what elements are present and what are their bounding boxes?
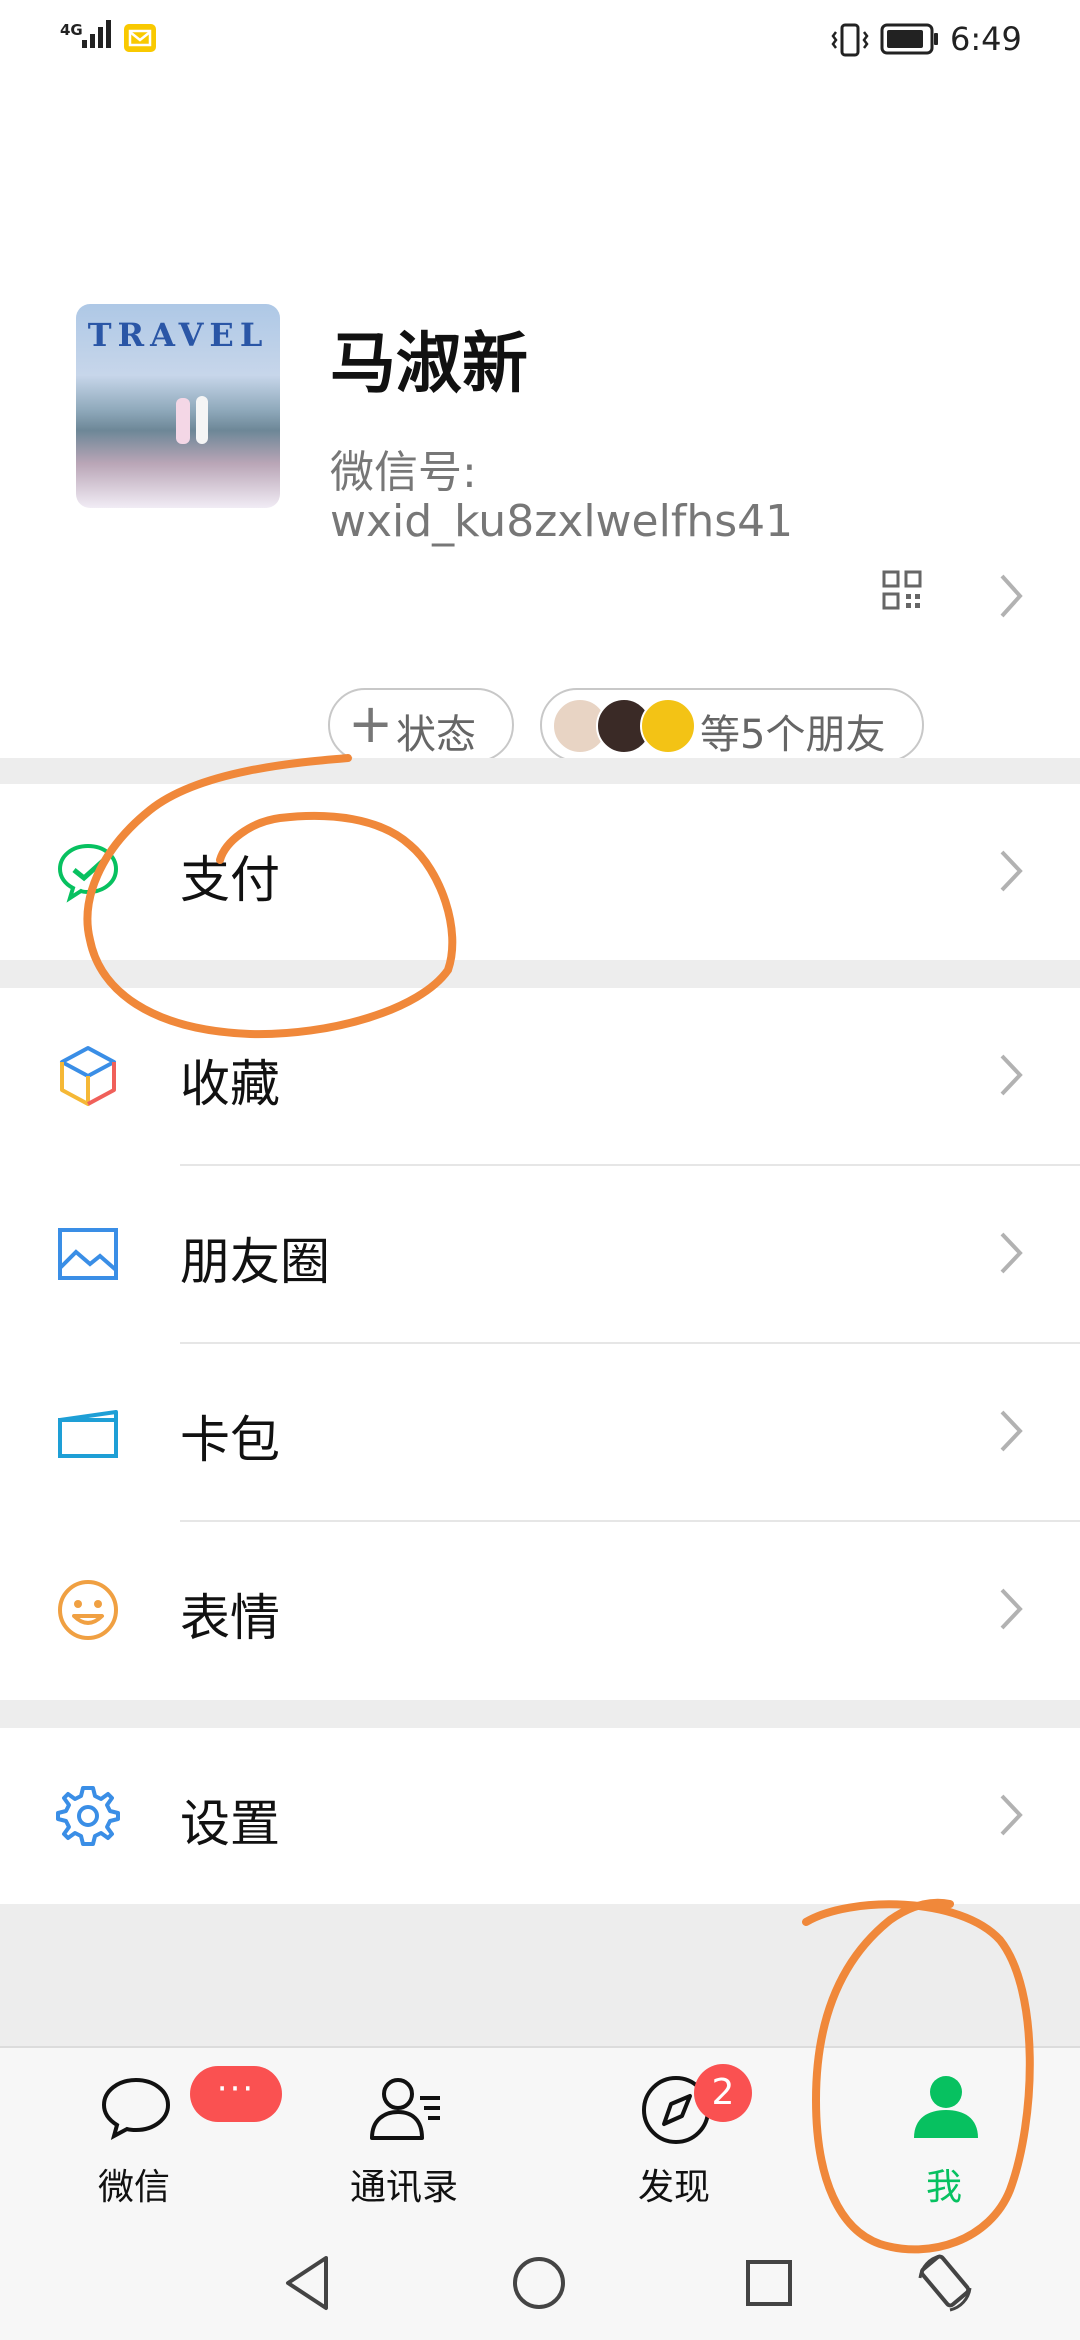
menu-item-moments[interactable]: 朋友圈: [0, 1166, 1080, 1342]
rotate-screen-icon[interactable]: [910, 2248, 980, 2318]
avatar-text: TRAVEL: [87, 316, 269, 354]
section-gap: [0, 960, 1080, 988]
favorites-cube-icon: [60, 1046, 116, 1106]
smiley-face-icon: [58, 1580, 118, 1640]
chevron-right-icon: [1000, 850, 1023, 892]
friend-avatar: [640, 698, 696, 754]
menu-label-pay: 支付: [180, 851, 280, 909]
home-circle-icon[interactable]: [504, 2248, 574, 2318]
bottom-tab-bar: ··· 微信 通讯录 2 发现 我: [0, 2046, 1080, 2226]
avatar-figure: [176, 398, 190, 444]
menu-label-favorites: 收藏: [180, 1055, 280, 1113]
menu-item-settings[interactable]: 设置: [0, 1728, 1080, 1904]
menu-item-favorites[interactable]: 收藏: [0, 988, 1080, 1164]
menu-label-stickers: 表情: [180, 1589, 280, 1647]
moments-image-icon: [58, 1228, 118, 1280]
tab-discover[interactable]: 2 发现: [574, 2048, 774, 2228]
status-button-label: 状态: [396, 712, 476, 758]
section-gap: [0, 758, 1080, 784]
menu-item-stickers[interactable]: 表情: [0, 1522, 1080, 1698]
network-type: 4G: [60, 21, 83, 39]
menu-item-pay[interactable]: 支付: [0, 784, 1080, 960]
chevron-right-icon: [1000, 1232, 1023, 1274]
friends-status-label: 等5个朋友: [700, 712, 886, 758]
contacts-icon: [370, 2078, 440, 2140]
chat-bubble-icon: [101, 2077, 171, 2140]
menu-label-cards: 卡包: [180, 1411, 280, 1469]
card-wallet-icon: [58, 1410, 118, 1458]
tab-label-chats: 微信: [97, 2167, 170, 2208]
discover-badge: 2: [694, 2064, 752, 2122]
profile-name: 马淑新: [330, 325, 528, 402]
status-bar: 4G 6:49: [0, 0, 1080, 80]
menu-label-settings: 设置: [180, 1795, 280, 1853]
pay-icon: [57, 843, 119, 903]
tab-contacts[interactable]: 通讯录: [304, 2048, 504, 2228]
add-status-button[interactable]: + 状态: [328, 688, 514, 762]
battery-icon: [880, 23, 938, 55]
chevron-right-icon: [1000, 1054, 1023, 1096]
wxid-value: wxid_ku8zxlwelfhs41: [330, 496, 794, 547]
profile-header[interactable]: TRAVEL 马淑新 微信号: wxid_ku8zxlwelfhs41 + 状态…: [0, 80, 1080, 762]
avatar-figure: [196, 396, 208, 444]
bottom-filler: [0, 1904, 1080, 2046]
person-icon: [914, 2076, 978, 2138]
section-gap: [0, 1700, 1080, 1728]
friends-status-button[interactable]: 等5个朋友: [540, 688, 924, 762]
system-nav-bar: [0, 2226, 1080, 2340]
message-notification-icon: [124, 24, 156, 52]
tab-label-me: 我: [925, 2167, 962, 2208]
menu-item-cards[interactable]: 卡包: [0, 1344, 1080, 1520]
recents-square-icon[interactable]: [734, 2248, 804, 2318]
chevron-right-icon: [1000, 574, 1023, 618]
chevron-right-icon: [1000, 1794, 1023, 1836]
signal-icon: [82, 20, 111, 48]
gear-icon: [56, 1786, 120, 1846]
clock: 6:49: [950, 20, 1022, 58]
qr-code-icon[interactable]: [882, 570, 922, 610]
chevron-right-icon: [1000, 1410, 1023, 1452]
vibrate-icon: [831, 23, 869, 57]
menu-label-moments: 朋友圈: [180, 1233, 330, 1291]
back-triangle-icon[interactable]: [274, 2248, 344, 2318]
wxid-label: 微信号:: [330, 447, 477, 498]
chevron-right-icon: [1000, 1588, 1023, 1630]
avatar[interactable]: TRAVEL: [76, 304, 280, 508]
tab-label-discover: 发现: [637, 2167, 710, 2208]
plus-icon: +: [348, 692, 394, 755]
tab-chats[interactable]: ··· 微信: [34, 2048, 282, 2228]
tab-me[interactable]: 我: [844, 2048, 1044, 2228]
tab-label-contacts: 通讯录: [349, 2167, 458, 2208]
unread-badge: ···: [190, 2066, 282, 2122]
